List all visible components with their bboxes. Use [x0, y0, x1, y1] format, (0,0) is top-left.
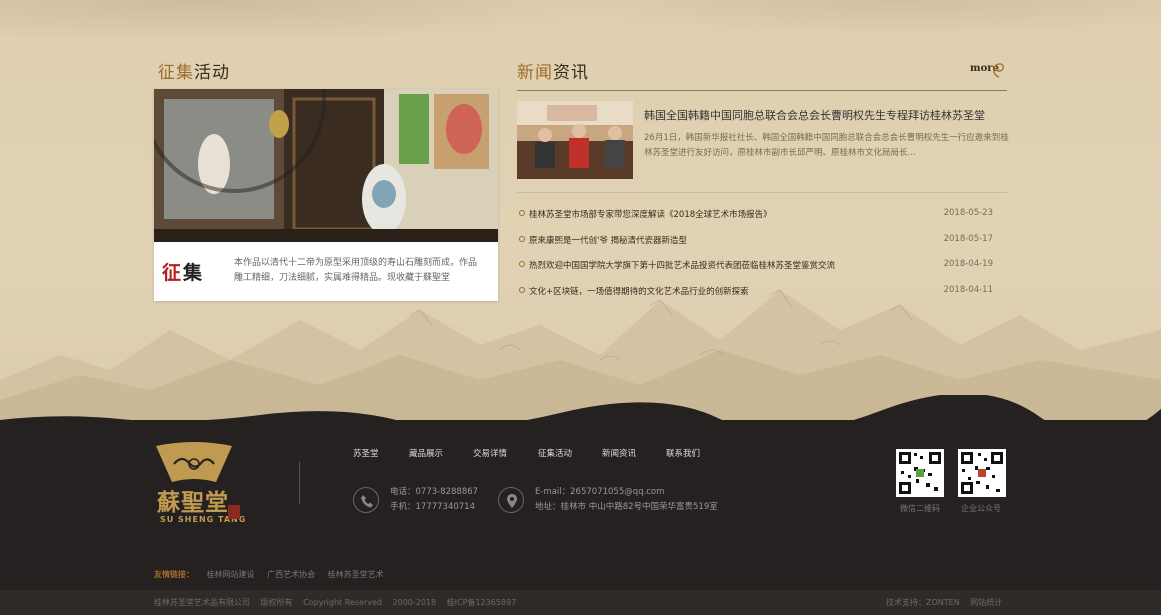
logo-fan-icon: [156, 442, 232, 482]
bullet-icon: [519, 286, 525, 293]
friend-links: 友情链接： 桂林网站建设 广西艺术协会 桂林苏圣堂艺术: [154, 570, 384, 579]
seal-icon: [228, 505, 240, 519]
footer-nav-item[interactable]: 征集活动: [538, 447, 572, 459]
official-account-qr-code: [958, 449, 1006, 497]
news-list-item[interactable]: 桂林苏圣堂市场部专家带您深度解读《2018全球艺术市场报告》 2018-05-2…: [517, 206, 997, 232]
collect-description: 本作品以清代十二帝为原型采用顶级的寿山石雕刻而成，作品雕工精细，刀法细腻，实属难…: [234, 258, 478, 283]
news-featured-thumbnail[interactable]: [517, 101, 633, 179]
news-list: 桂林苏圣堂市场部专家带您深度解读《2018全球艺术市场报告》 2018-05-2…: [517, 206, 997, 308]
collect-card[interactable]: 征集 本作品以清代十二帝为原型采用顶级的寿山石雕刻而成，作品雕工精细，刀法细腻，…: [154, 89, 498, 301]
collect-photo[interactable]: [154, 89, 498, 242]
footer-divider: [299, 462, 300, 504]
news-list-item[interactable]: 原来康熙是一代创'爷 揭秘清代瓷器新造型 2018-05-17: [517, 232, 997, 258]
bullet-icon: [519, 235, 525, 242]
friend-link[interactable]: 桂林网站建设: [207, 570, 255, 579]
bullet-icon: [519, 261, 525, 267]
location-icon: [498, 487, 524, 513]
collect-stamp: 征集: [162, 262, 205, 284]
collect-card-body: 征集 本作品以清代十二帝为原型采用顶级的寿山石雕刻而成，作品雕工精细，刀法细腻，…: [154, 242, 498, 301]
footer-nav-item[interactable]: 联系我们: [666, 447, 700, 459]
copyright: 桂林苏圣堂艺术品有限公司 版权所有 Copyright Reserved 200…: [154, 598, 517, 607]
ink-brush-edge: [0, 395, 1161, 420]
news-list-item[interactable]: 热烈欢迎中国国学院大学旗下第十四批艺术品投资代表团莅临桂林苏圣堂鉴赏交流 201…: [517, 257, 997, 283]
footer-nav-item[interactable]: 新闻资讯: [602, 447, 636, 459]
news-section-title: 新闻资讯: [517, 63, 589, 83]
news-featured-headline[interactable]: 韩国全国韩籍中国同胞总联合会总会长曹明权先生专程拜访桂林苏圣堂: [644, 107, 985, 123]
friend-link[interactable]: 广西艺术协会: [267, 570, 315, 579]
news-list-item[interactable]: 文化+区块链，一场值得期待的文化艺术品行业的创新探索 2018-04-11: [517, 283, 997, 309]
footer-nav-item[interactable]: 苏圣堂: [353, 447, 379, 459]
footer-address-block: E-mail：2657071055@qq.com 地址：桂林市 中山中路82号中…: [535, 487, 718, 512]
footer-nav-item[interactable]: 藏品展示: [409, 447, 443, 459]
wechat-qr-code: [896, 449, 944, 497]
news-featured-summary: 26月1日，韩国新华报社社长、韩国全国韩籍中国同胞总联合会总会长曹明权先生一行应…: [644, 133, 1009, 158]
footer-phone-block: 电话：0773-8288867 手机：17777340714: [390, 487, 479, 512]
footer-logo-text: 蘇聖堂: [157, 489, 229, 516]
official-account-qr-label: 企业公众号: [961, 504, 1001, 513]
friend-link[interactable]: 桂林苏圣堂艺术: [328, 570, 384, 579]
wechat-qr-label: 微信二维码: [900, 504, 940, 513]
news-separator: [517, 192, 1007, 193]
collect-section-title: 征集活动: [158, 63, 230, 83]
bullet-icon: [519, 210, 525, 216]
swirl-icon: [993, 63, 1004, 78]
tech-support: 技术支持：ZONTEN 网站统计: [886, 598, 1003, 607]
footer-nav-item[interactable]: 交易详情: [473, 447, 507, 459]
news-title-divider: [517, 90, 1007, 91]
phone-icon: [353, 487, 379, 513]
